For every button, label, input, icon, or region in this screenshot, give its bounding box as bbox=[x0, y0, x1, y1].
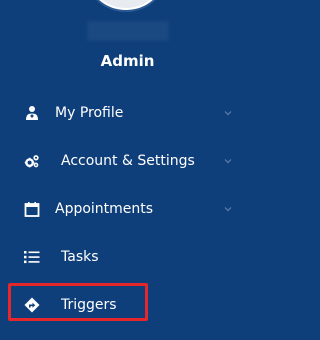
sidebar-item-tasks[interactable]: Tasks bbox=[0, 233, 246, 281]
sidebar-item-my-profile[interactable]: My Profile bbox=[0, 89, 246, 137]
sidebar-item-label: Tasks bbox=[61, 249, 99, 265]
chevron-down-icon bbox=[224, 111, 232, 116]
user-email-redacted bbox=[87, 21, 169, 41]
calendar-icon bbox=[24, 201, 40, 217]
diamond-arrow-icon bbox=[24, 297, 40, 313]
user-doctor-icon bbox=[24, 105, 40, 121]
user-name: Admin bbox=[100, 52, 155, 70]
sidebar-menu: My Profile Account & Settings Appointmen… bbox=[0, 89, 246, 329]
chevron-down-icon bbox=[224, 207, 232, 212]
chevron-down-icon bbox=[224, 159, 232, 164]
sidebar-item-label: Appointments bbox=[55, 201, 154, 217]
sidebar-item-label: Account & Settings bbox=[61, 153, 195, 169]
sidebar-item-label: My Profile bbox=[55, 105, 124, 121]
sidebar: Admin My Profile Account & Settings Appo… bbox=[0, 0, 246, 340]
avatar[interactable] bbox=[87, 0, 165, 12]
list-icon bbox=[24, 249, 40, 265]
sidebar-item-label: Triggers bbox=[61, 297, 117, 313]
sidebar-item-account-settings[interactable]: Account & Settings bbox=[0, 137, 246, 185]
sidebar-item-appointments[interactable]: Appointments bbox=[0, 185, 246, 233]
gears-icon bbox=[24, 153, 40, 169]
sidebar-item-triggers[interactable]: Triggers bbox=[0, 281, 246, 329]
